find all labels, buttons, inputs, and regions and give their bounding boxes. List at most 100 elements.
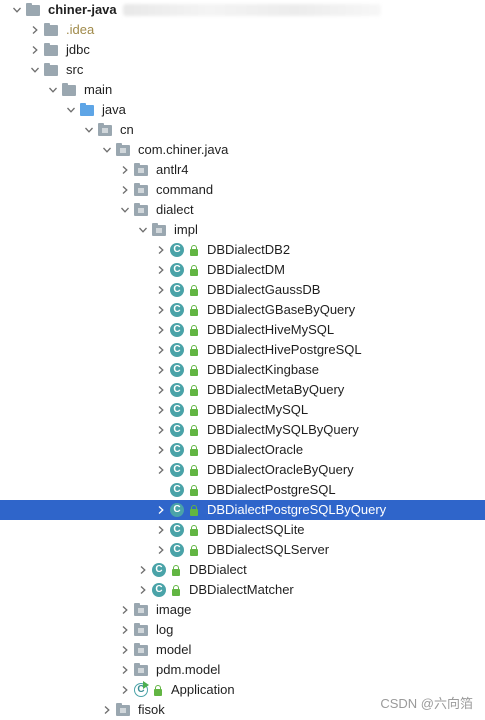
tree-node-model[interactable]: model [0, 640, 485, 660]
tree-node-label: pdm.model [156, 662, 221, 677]
tree-node-antlr4[interactable]: antlr4 [0, 160, 485, 180]
folder-icon [44, 22, 60, 38]
chevron-right-icon[interactable] [118, 600, 132, 620]
tree-node-label: DBDialectPostgreSQLByQuery [207, 502, 387, 517]
chevron-right-icon[interactable] [28, 40, 42, 60]
chevron-right-icon[interactable] [154, 520, 168, 540]
tree-node-jdbc[interactable]: jdbc [0, 40, 485, 60]
tree-node-label: fisok [138, 702, 165, 717]
tree-node-cn[interactable]: cn [0, 120, 485, 140]
lock-icon [154, 684, 162, 696]
tree-node-com-chiner-java[interactable]: com.chiner.java [0, 140, 485, 160]
chevron-right-icon[interactable] [118, 620, 132, 640]
chevron-right-icon[interactable] [154, 280, 168, 300]
tree-node-dbdialectdb2[interactable]: C DBDialectDB2 [0, 240, 485, 260]
tree-node-main[interactable]: main [0, 80, 485, 100]
tree-node-dbdialectmysqlbyquery[interactable]: C DBDialectMySQLByQuery [0, 420, 485, 440]
package-icon [134, 162, 150, 178]
tree-node-dbdialectsqlserver[interactable]: C DBDialectSQLServer [0, 540, 485, 560]
chevron-right-icon[interactable] [154, 300, 168, 320]
chevron-right-icon[interactable] [118, 660, 132, 680]
tree-node-dbdialectoracle[interactable]: C DBDialectOracle [0, 440, 485, 460]
tree-node-dbdialectsqlite[interactable]: C DBDialectSQLite [0, 520, 485, 540]
chevron-right-icon[interactable] [154, 440, 168, 460]
chevron-down-icon[interactable] [82, 120, 96, 140]
chevron-right-icon[interactable] [118, 160, 132, 180]
package-icon [134, 662, 150, 678]
chevron-right-icon[interactable] [154, 320, 168, 340]
tree-node-dbdialecthivemysql[interactable]: C DBDialectHiveMySQL [0, 320, 485, 340]
tree-node-label: Application [171, 682, 235, 697]
tree-node-pdm-model[interactable]: pdm.model [0, 660, 485, 680]
chevron-down-icon[interactable] [118, 200, 132, 220]
chevron-right-icon[interactable] [28, 20, 42, 40]
tree-node-label: chiner-java [48, 2, 117, 17]
chevron-right-icon[interactable] [154, 340, 168, 360]
chevron-right-icon[interactable] [118, 640, 132, 660]
tree-node-label: DBDialectSQLite [207, 522, 305, 537]
tree-node-command[interactable]: command [0, 180, 485, 200]
lock-icon [190, 384, 198, 396]
tree-node-chiner-java[interactable]: chiner-java [0, 0, 485, 20]
lock-icon [190, 444, 198, 456]
tree-node-label: cn [120, 122, 134, 137]
tree-node-dbdialectpostgresql[interactable]: C DBDialectPostgreSQL [0, 480, 485, 500]
tree-node-dbdialectmatcher[interactable]: C DBDialectMatcher [0, 580, 485, 600]
tree-node-label: impl [174, 222, 198, 237]
tree-node-dbdialect[interactable]: C DBDialect [0, 560, 485, 580]
tree-node-dbdialectgbasebyquery[interactable]: C DBDialectGBaseByQuery [0, 300, 485, 320]
tree-node-dbdialectoraclebyquery[interactable]: C DBDialectOracleByQuery [0, 460, 485, 480]
tree-node-label: DBDialectSQLServer [207, 542, 330, 557]
tree-node-dbdialectgaussdb[interactable]: C DBDialectGaussDB [0, 280, 485, 300]
tree-node-dbdialectmetabyquery[interactable]: C DBDialectMetaByQuery [0, 380, 485, 400]
tree-node-src[interactable]: src [0, 60, 485, 80]
tree-node-label: antlr4 [156, 162, 189, 177]
chevron-down-icon[interactable] [100, 140, 114, 160]
lock-icon [190, 304, 198, 316]
chevron-right-icon[interactable] [136, 560, 150, 580]
lock-icon [190, 504, 198, 516]
tree-node-image[interactable]: image [0, 600, 485, 620]
class-icon: C [152, 582, 168, 598]
chevron-right-icon[interactable] [154, 500, 168, 520]
chevron-down-icon[interactable] [28, 60, 42, 80]
tree-node-label: DBDialect [189, 562, 247, 577]
chevron-right-icon[interactable] [154, 360, 168, 380]
tree-node-label: DBDialectGaussDB [207, 282, 321, 297]
tree-node-dbdialectdm[interactable]: C DBDialectDM [0, 260, 485, 280]
class-icon: C [134, 681, 150, 698]
chevron-right-icon[interactable] [118, 180, 132, 200]
class-icon: C [170, 322, 186, 338]
chevron-right-icon[interactable] [154, 380, 168, 400]
folder-icon [44, 42, 60, 58]
tree-node-impl[interactable]: impl [0, 220, 485, 240]
tree-node-dbdialecthivepostgresql[interactable]: C DBDialectHivePostgreSQL [0, 340, 485, 360]
chevron-right-icon[interactable] [154, 540, 168, 560]
tree-node-dbdialectkingbase[interactable]: C DBDialectKingbase [0, 360, 485, 380]
class-icon: C [170, 402, 186, 418]
package-icon [134, 622, 150, 638]
class-icon: C [170, 282, 186, 298]
chevron-right-icon[interactable] [100, 700, 114, 720]
chevron-down-icon[interactable] [46, 80, 60, 100]
chevron-down-icon[interactable] [64, 100, 78, 120]
project-tree: chiner-java .idea jdbc src main java cn com.chi… [0, 0, 485, 720]
chevron-right-icon[interactable] [118, 680, 132, 700]
tree-node-log[interactable]: log [0, 620, 485, 640]
chevron-down-icon[interactable] [10, 0, 24, 20]
tree-node-label: jdbc [66, 42, 90, 57]
chevron-right-icon[interactable] [154, 260, 168, 280]
tree-node-dbdialectpostgresqlbyquery[interactable]: C DBDialectPostgreSQLByQuery [0, 500, 485, 520]
chevron-right-icon[interactable] [136, 580, 150, 600]
chevron-right-icon[interactable] [154, 400, 168, 420]
chevron-right-icon[interactable] [154, 420, 168, 440]
folder-icon [62, 82, 78, 98]
chevron-right-icon[interactable] [154, 240, 168, 260]
tree-node-java[interactable]: java [0, 100, 485, 120]
tree-node--idea[interactable]: .idea [0, 20, 485, 40]
chevron-down-icon[interactable] [136, 220, 150, 240]
chevron-right-icon[interactable] [154, 460, 168, 480]
run-icon [143, 681, 149, 689]
tree-node-dbdialectmysql[interactable]: C DBDialectMySQL [0, 400, 485, 420]
tree-node-dialect[interactable]: dialect [0, 200, 485, 220]
